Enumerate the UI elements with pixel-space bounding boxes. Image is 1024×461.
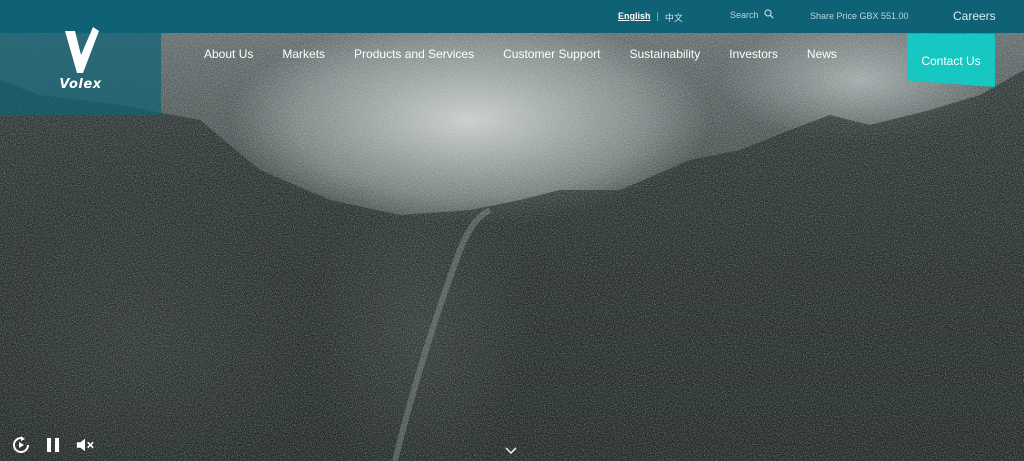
contact-us-button[interactable]: Contact Us: [907, 34, 995, 87]
nav-sustainability[interactable]: Sustainability: [630, 47, 701, 61]
logo-wordmark: Volex: [59, 77, 102, 92]
language-switcher: English | 中文: [618, 11, 683, 24]
video-controls: [12, 436, 94, 454]
chevron-down-icon[interactable]: [504, 444, 518, 456]
nav-markets[interactable]: Markets: [282, 47, 325, 61]
nav-products-and-services[interactable]: Products and Services: [354, 47, 474, 61]
nav-customer-support[interactable]: Customer Support: [503, 47, 600, 61]
search-icon: [763, 9, 774, 21]
volex-v-mark-icon: [64, 27, 99, 73]
nav-investors[interactable]: Investors: [729, 47, 778, 61]
nav-about-us[interactable]: About Us: [204, 47, 253, 61]
mute-icon[interactable]: [76, 436, 94, 454]
search-label: Search: [730, 10, 759, 20]
lang-chinese[interactable]: 中文: [665, 11, 683, 24]
search-button[interactable]: Search: [730, 9, 774, 21]
careers-link[interactable]: Careers: [953, 9, 996, 23]
pause-icon[interactable]: [44, 436, 62, 454]
nav-news[interactable]: News: [807, 47, 837, 61]
lang-separator: |: [656, 11, 659, 21]
share-price[interactable]: Share Price GBX 551.00: [810, 11, 909, 21]
volex-logo[interactable]: Volex: [0, 0, 161, 115]
replay-icon[interactable]: [12, 436, 30, 454]
main-nav: About Us Markets Products and Services C…: [204, 47, 837, 61]
lang-english[interactable]: English: [618, 11, 651, 24]
